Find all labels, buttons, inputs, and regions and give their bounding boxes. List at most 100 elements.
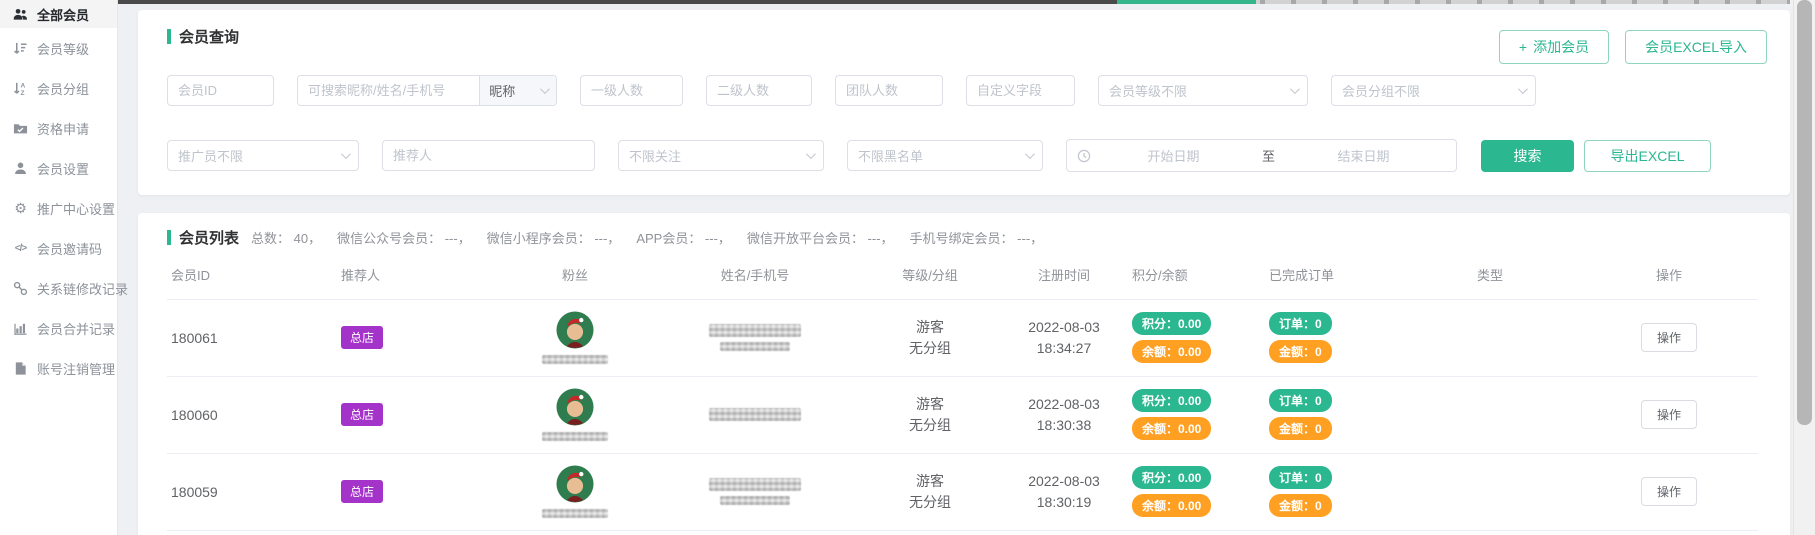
col-register-time: 注册时间 <box>1000 250 1128 299</box>
users-icon <box>12 6 29 23</box>
member-group-select[interactable]: 会员分组不限 <box>1331 75 1536 106</box>
sidebar-item-all-members[interactable]: 全部会员 <box>0 0 117 28</box>
redacted-name-phone <box>654 478 856 505</box>
export-excel-button[interactable]: 导出EXCEL <box>1584 140 1711 172</box>
amount-badge: 金额：0 <box>1269 494 1332 517</box>
sidebar-item-promotion-settings[interactable]: ⚙ 推广中心设置 <box>0 188 117 228</box>
chevron-down-icon <box>1025 149 1035 159</box>
blacklist-select[interactable]: 不限黑名单 <box>847 140 1043 171</box>
title-accent-bar <box>167 29 171 44</box>
col-fans: 粉丝 <box>500 250 650 299</box>
row-action-button[interactable]: 操作 <box>1641 400 1697 429</box>
sidebar-item-label: 推广中心设置 <box>37 199 115 218</box>
sidebar-item-relation-log[interactable]: 关系链修改记录 <box>0 268 117 308</box>
avatar[interactable] <box>556 388 594 426</box>
register-date-range[interactable]: 开始日期 至 结束日期 <box>1066 139 1457 172</box>
redacted-nickname <box>542 355 608 364</box>
sidebar-item-label: 会员合并记录 <box>37 319 115 338</box>
col-name-phone: 姓名/手机号 <box>650 250 860 299</box>
member-level: 游客 <box>864 471 996 492</box>
sidebar-item-member-levels[interactable]: 会员等级 <box>0 28 117 68</box>
register-date: 2022-08-03 <box>1004 317 1124 338</box>
promoter-select[interactable]: 推广员不限 <box>167 140 359 171</box>
member-group: 无分组 <box>864 415 996 436</box>
member-list-card: 会员列表 总数： 40， 微信公众号会员： ---， 微信小程序会员： ---，… <box>138 213 1790 535</box>
member-type <box>1400 453 1580 530</box>
orders-badge: 订单：0 <box>1269 389 1332 412</box>
main-content: 会员查询 + 添加会员 会员EXCEL导入 昵称 <box>118 0 1815 535</box>
start-date-placeholder[interactable]: 开始日期 <box>1091 146 1256 165</box>
col-level-group: 等级/分组 <box>860 250 1000 299</box>
promoter-value: 推广员不限 <box>178 146 243 165</box>
col-type: 类型 <box>1400 250 1580 299</box>
team-count-input[interactable] <box>835 75 943 106</box>
sidebar-item-label: 会员分组 <box>37 79 89 98</box>
member-id: 180061 <box>167 299 337 376</box>
avatar[interactable] <box>556 311 594 349</box>
redacted-nickname <box>542 432 608 441</box>
member-query-card: 会员查询 + 添加会员 会员EXCEL导入 昵称 <box>138 10 1790 195</box>
referrer-input[interactable] <box>382 140 595 171</box>
add-member-button[interactable]: + 添加会员 <box>1499 30 1609 64</box>
redacted-name-phone <box>654 324 856 351</box>
row-action-button[interactable]: 操作 <box>1641 477 1697 506</box>
sidebar-item-qualification[interactable]: 资格申请 <box>0 108 117 148</box>
points-badge: 积分：0.00 <box>1132 466 1211 489</box>
excel-import-button[interactable]: 会员EXCEL导入 <box>1625 30 1767 64</box>
sidebar-item-account-cancellation[interactable]: 账号注销管理 <box>0 348 117 388</box>
stat-wechat-official: 微信公众号会员： ---， <box>337 228 471 247</box>
orders-badge: 订单：0 <box>1269 466 1332 489</box>
query-card-title: 会员查询 <box>179 26 239 47</box>
member-level: 游客 <box>864 317 996 338</box>
search-button[interactable]: 搜索 <box>1481 140 1574 172</box>
keyword-input[interactable] <box>298 76 479 105</box>
keyword-type-value: 昵称 <box>489 81 515 100</box>
sidebar-item-merge-log[interactable]: 会员合并记录 <box>0 308 117 348</box>
follow-select[interactable]: 不限关注 <box>618 140 824 171</box>
chevron-down-icon <box>1518 84 1528 94</box>
col-completed-orders: 已完成订单 <box>1265 250 1400 299</box>
col-points-balance: 积分/余额 <box>1128 250 1265 299</box>
referrer-badge: 总店 <box>341 480 383 503</box>
register-date: 2022-08-03 <box>1004 394 1124 415</box>
sidebar-item-label: 会员邀请码 <box>37 239 102 258</box>
folder-check-icon <box>12 120 29 137</box>
balance-badge: 余额：0.00 <box>1132 417 1211 440</box>
level2-count-input[interactable] <box>706 75 812 106</box>
vertical-scrollbar[interactable] <box>1793 0 1815 535</box>
clipped-header-teal-segment <box>1117 0 1256 4</box>
plus-icon: + <box>1519 39 1527 55</box>
register-time: 18:30:19 <box>1004 492 1124 513</box>
stat-mini-program: 微信小程序会员： ---， <box>487 228 621 247</box>
sidebar-item-invite-code[interactable]: </> 会员邀请码 <box>0 228 117 268</box>
table-row: 180059 总店 <box>167 453 1758 530</box>
end-date-placeholder[interactable]: 结束日期 <box>1281 146 1446 165</box>
sidebar-item-member-groups[interactable]: AZ 会员分组 <box>0 68 117 108</box>
custom-field-input[interactable] <box>966 75 1075 106</box>
balance-badge: 余额：0.00 <box>1132 340 1211 363</box>
balance-badge: 余额：0.00 <box>1132 494 1211 517</box>
stat-open-platform: 微信开放平台会员： ---， <box>747 228 894 247</box>
sidebar: 全部会员 会员等级 AZ 会员分组 资格申请 会员设置 ⚙ <box>0 0 118 535</box>
chevron-down-icon <box>341 149 351 159</box>
add-member-label: 添加会员 <box>1533 37 1589 57</box>
member-id-input[interactable] <box>167 75 274 106</box>
member-group: 无分组 <box>864 492 996 513</box>
sidebar-item-member-settings[interactable]: 会员设置 <box>0 148 117 188</box>
register-time: 18:30:38 <box>1004 415 1124 436</box>
keyword-type-select[interactable]: 昵称 <box>479 76 556 105</box>
register-date: 2022-08-03 <box>1004 471 1124 492</box>
sidebar-item-label: 会员等级 <box>37 39 89 58</box>
level1-count-input[interactable] <box>580 75 683 106</box>
stat-phone-bound: 手机号绑定会员： ---， <box>910 228 1044 247</box>
avatar[interactable] <box>556 465 594 503</box>
member-grade-select[interactable]: 会员等级不限 <box>1098 75 1308 106</box>
table-header-row: 会员ID 推荐人 粉丝 姓名/手机号 等级/分组 注册时间 积分/余额 已完成订… <box>167 250 1758 299</box>
keyword-search-group: 昵称 <box>297 75 557 106</box>
sidebar-item-label: 账号注销管理 <box>37 359 115 378</box>
scrollbar-thumb[interactable] <box>1797 0 1812 425</box>
redacted-nickname <box>542 509 608 518</box>
row-action-button[interactable]: 操作 <box>1641 323 1697 352</box>
sort-numeric-icon <box>12 40 29 57</box>
amount-badge: 金额：0 <box>1269 340 1332 363</box>
